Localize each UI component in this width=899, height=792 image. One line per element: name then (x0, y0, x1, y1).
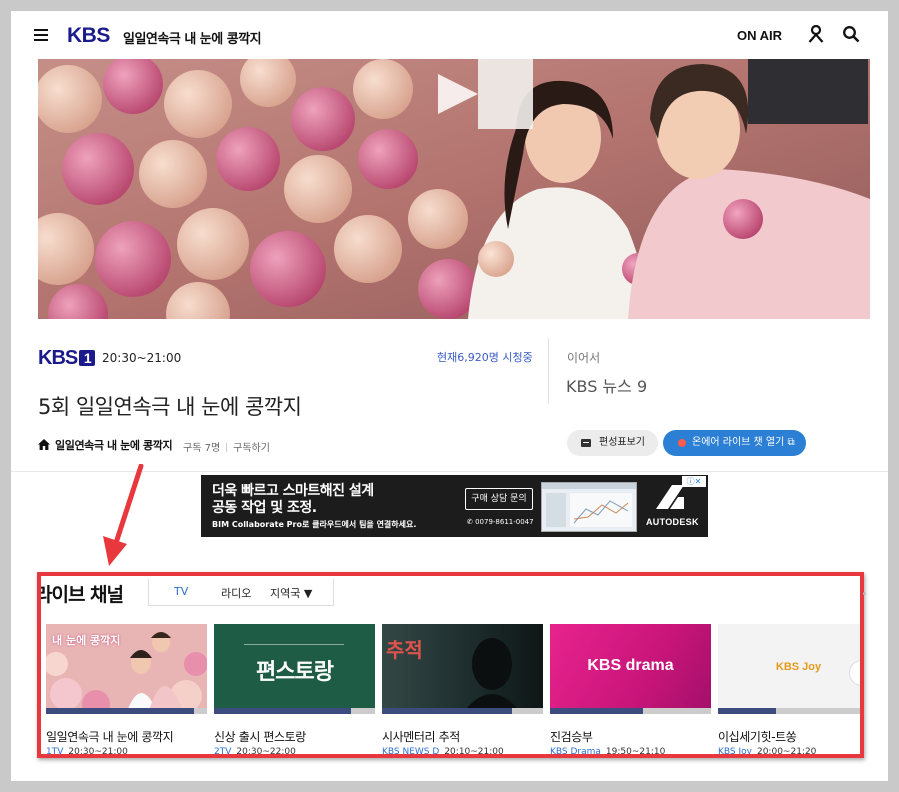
broadcast-time: 20:30~21:00 (102, 351, 182, 365)
progress-bar (46, 708, 207, 714)
decorative-dot (863, 592, 866, 595)
card-title: 신상 출시 편스토랑 (214, 730, 306, 744)
thumbnail-caption: 내 눈에 콩깍지 (52, 634, 121, 647)
progress-fill (718, 708, 776, 714)
annotation-arrow-icon (103, 464, 144, 566)
card-meta: KBS NEWS D 20:10~21:00 (382, 747, 504, 757)
channel-thumbnail: 추적 (382, 624, 543, 714)
progress-bar (214, 708, 375, 714)
carousel-next-button[interactable] (849, 660, 864, 687)
tab-tv[interactable]: TV (174, 585, 188, 598)
live-tabs: TV 라디오 지역국 ▼ (148, 579, 334, 606)
next-program[interactable]: KBS 뉴스 9 (566, 373, 647, 397)
hero-poster-image (38, 59, 870, 319)
autodesk-logo-icon (656, 485, 684, 509)
hamburger-menu-icon[interactable] (34, 29, 48, 41)
live-dot-icon (678, 439, 686, 447)
program-home-link[interactable]: 일일연속극 내 눈에 콩깍지 (55, 437, 173, 453)
live-chat-button[interactable]: 온에어 라이브 챗 열기 ⧉ (663, 430, 806, 456)
ad-phone: ✆ 0079-8611-0047 (467, 518, 534, 526)
progress-fill (214, 708, 351, 714)
progress-fill (382, 708, 513, 714)
channel-logo: KBS 1 (38, 347, 96, 370)
thumbnail-caption: 편스토랑 (256, 660, 334, 685)
onair-link[interactable]: ON AIR (737, 28, 782, 43)
channel-thumbnail: 편스토랑 (214, 624, 375, 714)
card-title: 진검승부 (550, 730, 593, 744)
kbs-logo[interactable]: KBS (67, 24, 110, 48)
live-channel-section: 라이브 채널 TV 라디오 지역국 ▼ 내 눈에 콩깍지 일일연속극 내 눈에 … (37, 572, 864, 758)
browser-page: KBS 일일연속극 내 눈에 콩깍지 ON AIR KBS 1 20:30~21… (11, 11, 888, 781)
tab-regional[interactable]: 지역국 ▼ (270, 585, 312, 601)
progress-fill (46, 708, 195, 714)
user-icon[interactable] (808, 25, 824, 43)
ad-subline: BIM Collaborate Pro로 클라우드에서 팀을 연결하세요. (212, 520, 417, 529)
channel-thumbnail: 내 눈에 콩깍지 (46, 624, 207, 714)
channel-thumbnail: KBS drama (550, 624, 711, 714)
subscribe-button[interactable]: 구독하기 (233, 443, 270, 454)
card-meta: 2TV 20:30~22:00 (214, 747, 296, 757)
video-player[interactable] (38, 59, 870, 319)
card-title: 일일연속극 내 눈에 콩깍지 (46, 730, 174, 744)
card-meta: KBS Joy 20:00~21:20 (718, 747, 817, 757)
site-header: KBS 일일연속극 내 눈에 콩깍지 ON AIR (11, 11, 888, 59)
card-meta: 1TV 20:30~21:00 (46, 747, 128, 757)
header-program-title[interactable]: 일일연속극 내 눈에 콩깍지 (123, 28, 262, 47)
ad-close-icon[interactable]: ⓘ✕ (682, 476, 706, 487)
thumbnail-caption: KBS Joy (775, 661, 822, 673)
thumbnail-caption: KBS drama (587, 657, 674, 674)
card-title: 이십세기힛-트쏭 (718, 730, 797, 744)
ad-headline: 더욱 빠르고 스마트해진 설계 공동 작업 및 조정. (212, 483, 374, 516)
ad-screenshot-image (541, 482, 637, 532)
progress-fill (550, 708, 644, 714)
progress-bar (718, 708, 860, 714)
tab-radio[interactable]: 라디오 (221, 585, 251, 601)
search-icon[interactable] (842, 25, 860, 43)
chevron-right-icon (850, 661, 864, 687)
viewer-count: 현재6,920명 시청중 (437, 351, 533, 364)
card-meta: KBS Drama 19:50~21:10 (550, 747, 666, 757)
thumbnail-caption: 추적 (386, 638, 423, 662)
channel-thumbnail: KBS Joy (718, 624, 860, 714)
home-icon (38, 439, 50, 450)
card-title: 시사멘터리 추적 (382, 730, 460, 744)
subscriber-count: 구독 7명 (183, 443, 221, 454)
ad-banner[interactable]: 더욱 빠르고 스마트해진 설계 공동 작업 및 조정. BIM Collabora… (201, 475, 708, 537)
subscribe-info: 구독 7명 구독하기 (183, 439, 270, 454)
schedule-icon (581, 439, 591, 447)
next-label: 이어서 (567, 351, 601, 365)
ad-cta-button[interactable]: 구매 상담 문의 (465, 488, 533, 510)
episode-title: 5회 일일연속극 내 눈에 콩깍지 (38, 395, 302, 419)
live-section-title: 라이브 채널 (37, 584, 124, 606)
divider (548, 338, 549, 404)
progress-bar (382, 708, 543, 714)
schedule-button[interactable]: 편성표보기 (567, 430, 658, 456)
ad-brand: AUTODESK (646, 517, 699, 527)
progress-bar (550, 708, 711, 714)
